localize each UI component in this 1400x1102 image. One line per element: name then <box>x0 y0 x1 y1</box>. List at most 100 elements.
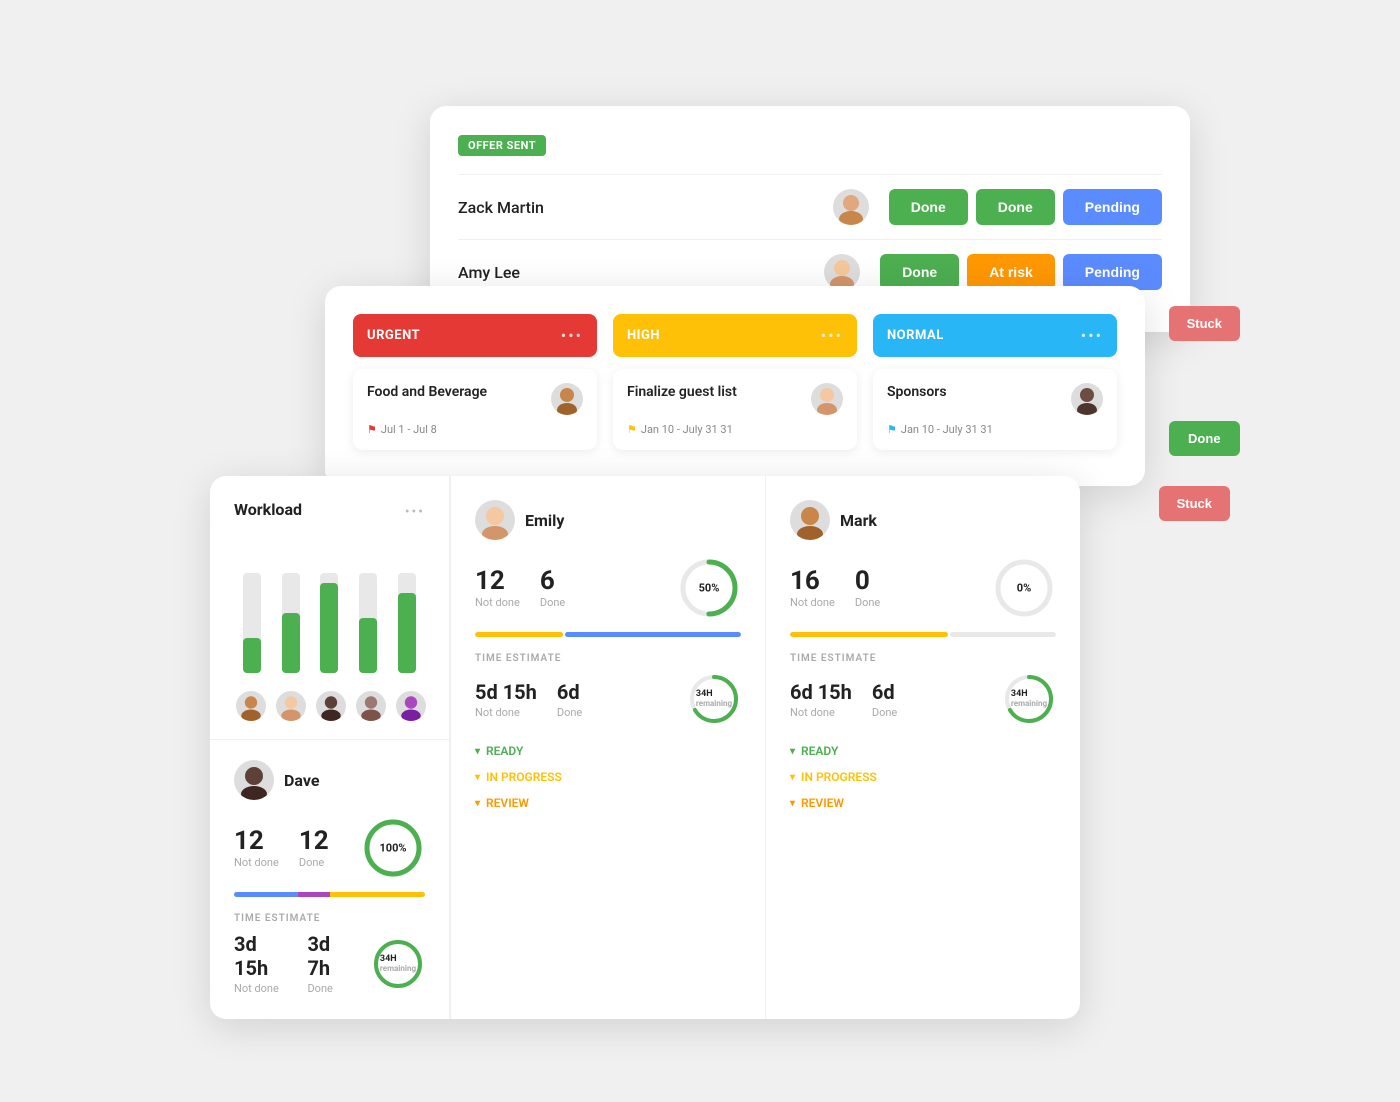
mark-done-time-label: Done <box>872 706 897 719</box>
emily-time-stats: 5d 15h Not done 6d Done 34Hremaining <box>475 672 741 726</box>
emily-percent: 50% <box>699 582 720 595</box>
chevron-down-icon-2: ▾ <box>475 772 480 783</box>
kanban-label-high: HIGH <box>627 328 821 343</box>
flag-icon-normal: ⚑ <box>887 423 897 436</box>
emily-expand-review[interactable]: ▾ REVIEW <box>475 790 741 816</box>
pb-blue <box>234 892 298 897</box>
dave-notdone-time: 3d 15h Not done <box>234 932 287 995</box>
kanban-task-high: Finalize guest list ⚑ Jan 10 - July 31 3… <box>613 369 857 450</box>
bar-inner-4 <box>359 618 377 673</box>
emily-remaining-ring: 34Hremaining <box>687 672 741 726</box>
task-avatar-normal <box>1071 383 1103 415</box>
mini-avatar-1 <box>234 689 268 723</box>
kanban-task-normal: Sponsors ⚑ Jan 10 - July 31 31 <box>873 369 1117 450</box>
mark-pb-yellow <box>790 632 948 637</box>
bar-outer-3 <box>320 573 338 673</box>
mark-done-label: Done <box>855 596 880 609</box>
workload-title: Workload <box>234 500 302 519</box>
mark-expand-ready[interactable]: ▾ READY <box>790 738 1056 764</box>
dave-progress-bar <box>234 892 425 897</box>
mark-card: Mark 16 Not done 0 Done 0% <box>765 476 1080 1019</box>
mark-expand-progress[interactable]: ▾ IN PROGRESS <box>790 764 1056 790</box>
mark-stats: 16 Not done 0 Done 0% <box>790 556 1056 620</box>
status-pending-1[interactable]: Pending <box>1063 189 1162 225</box>
edge-stuck-extra: Stuck <box>1159 486 1230 601</box>
mark-pb-gray <box>950 632 1056 637</box>
status-atrisk-amy[interactable]: At risk <box>967 254 1055 290</box>
emily-expand-ready[interactable]: ▾ READY <box>475 738 741 764</box>
emily-done-time-label: Done <box>557 706 582 719</box>
kanban-header-normal: NORMAL ••• <box>873 314 1117 357</box>
mark-progress-ring: 0% <box>992 556 1056 620</box>
kanban-task-date-normal: ⚑ Jan 10 - July 31 31 <box>887 423 1103 436</box>
dave-stats: 12 Not done 12 Done 100% <box>234 816 425 880</box>
mark-expand-review[interactable]: ▾ REVIEW <box>790 790 1056 816</box>
edge-buttons: Stuck Done <box>1169 306 1240 456</box>
mark-notdone-time-label: Not done <box>790 706 852 719</box>
mark-name: Mark <box>840 511 877 530</box>
mark-notdone-time-val: 6d 15h <box>790 680 852 704</box>
kanban-col-high: HIGH ••• Finalize guest list ⚑ Jan 10 - … <box>613 314 857 450</box>
emily-card: Emily 12 Not done 6 Done 50% <box>450 476 765 1019</box>
bar-outer-5 <box>398 573 416 673</box>
dave-notdone-label: Not done <box>234 856 279 869</box>
mark-remaining-ring: 34Hremaining <box>1002 672 1056 726</box>
kanban-dots-urgent: ••• <box>561 326 583 345</box>
kanban-task-title-normal: Sponsors <box>887 383 1063 401</box>
offer-row-zack: Zack Martin Done Done Pending <box>458 174 1162 239</box>
kanban-columns: URGENT ••• Food and Beverage ⚑ Jul 1 - J… <box>353 314 1117 450</box>
edge-done-btn[interactable]: Done <box>1169 421 1240 456</box>
emily-expand-progress[interactable]: ▾ IN PROGRESS <box>475 764 741 790</box>
bar-outer-4 <box>359 573 377 673</box>
emily-time-est-label: TIME ESTIMATE <box>475 653 741 664</box>
bar-2 <box>277 573 306 673</box>
status-done-amy[interactable]: Done <box>880 254 959 290</box>
mark-remaining: 34Hremaining <box>1011 689 1047 709</box>
emily-header: Emily <box>475 500 741 540</box>
dave-notdone-num: 12 <box>234 828 279 854</box>
offer-statuses-amy: Done At risk Pending <box>880 254 1162 290</box>
dave-done-time: 3d 7h Done <box>307 932 351 995</box>
emily-progress-ring: 50% <box>677 556 741 620</box>
bar-inner-5 <box>398 593 416 673</box>
kanban-task-title-high: Finalize guest list <box>627 383 803 401</box>
mark-percent: 0% <box>1017 582 1031 595</box>
mini-avatar-5 <box>394 689 428 723</box>
offer-name-zack: Zack Martin <box>458 198 833 217</box>
emily-notdone-time-val: 5d 15h <box>475 680 537 704</box>
dave-done-time-label: Done <box>307 982 351 995</box>
kanban-col-urgent: URGENT ••• Food and Beverage ⚑ Jul 1 - J… <box>353 314 597 450</box>
kanban-task-urgent: Food and Beverage ⚑ Jul 1 - Jul 8 <box>353 369 597 450</box>
status-pending-amy[interactable]: Pending <box>1063 254 1162 290</box>
flag-icon-high: ⚑ <box>627 423 637 436</box>
emily-stats: 12 Not done 6 Done 50% <box>475 556 741 620</box>
workload-dots: ••• <box>405 504 425 520</box>
status-done-1[interactable]: Done <box>889 189 968 225</box>
dave-done-label: Done <box>299 856 329 869</box>
chevron-down-icon-1: ▾ <box>475 746 480 757</box>
pb-yellow <box>330 892 426 897</box>
avatar-amy <box>824 254 860 290</box>
bar-3 <box>315 573 344 673</box>
mark-progress-bar <box>790 632 1056 637</box>
edge-stuck-btn-1[interactable]: Stuck <box>1169 306 1240 341</box>
status-done-2[interactable]: Done <box>976 189 1055 225</box>
dave-remaining: 34Hremaining <box>380 954 416 974</box>
dave-percent: 100% <box>379 842 406 855</box>
dave-section: Dave 12 Not done 12 Done <box>210 739 449 1019</box>
mini-avatar-4 <box>354 689 388 723</box>
emily-pb-yellow <box>475 632 563 637</box>
dave-header: Dave <box>234 760 425 800</box>
dave-name: Dave <box>284 771 319 790</box>
kanban-dots-normal: ••• <box>1081 326 1103 345</box>
dave-done-time-val: 3d 7h <box>307 932 351 980</box>
emily-name: Emily <box>525 511 564 530</box>
kanban-header-high: HIGH ••• <box>613 314 857 357</box>
kanban-header-urgent: URGENT ••• <box>353 314 597 357</box>
bar-5 <box>392 573 421 673</box>
emily-notdone-label: Not done <box>475 596 520 609</box>
emily-done-time: 6d Done <box>557 680 582 719</box>
dave-time-stats: 3d 15h Not done 3d 7h Done 34Hremaini <box>234 932 425 995</box>
bar-4 <box>354 573 383 673</box>
edge-stuck-btn-2[interactable]: Stuck <box>1159 486 1230 521</box>
